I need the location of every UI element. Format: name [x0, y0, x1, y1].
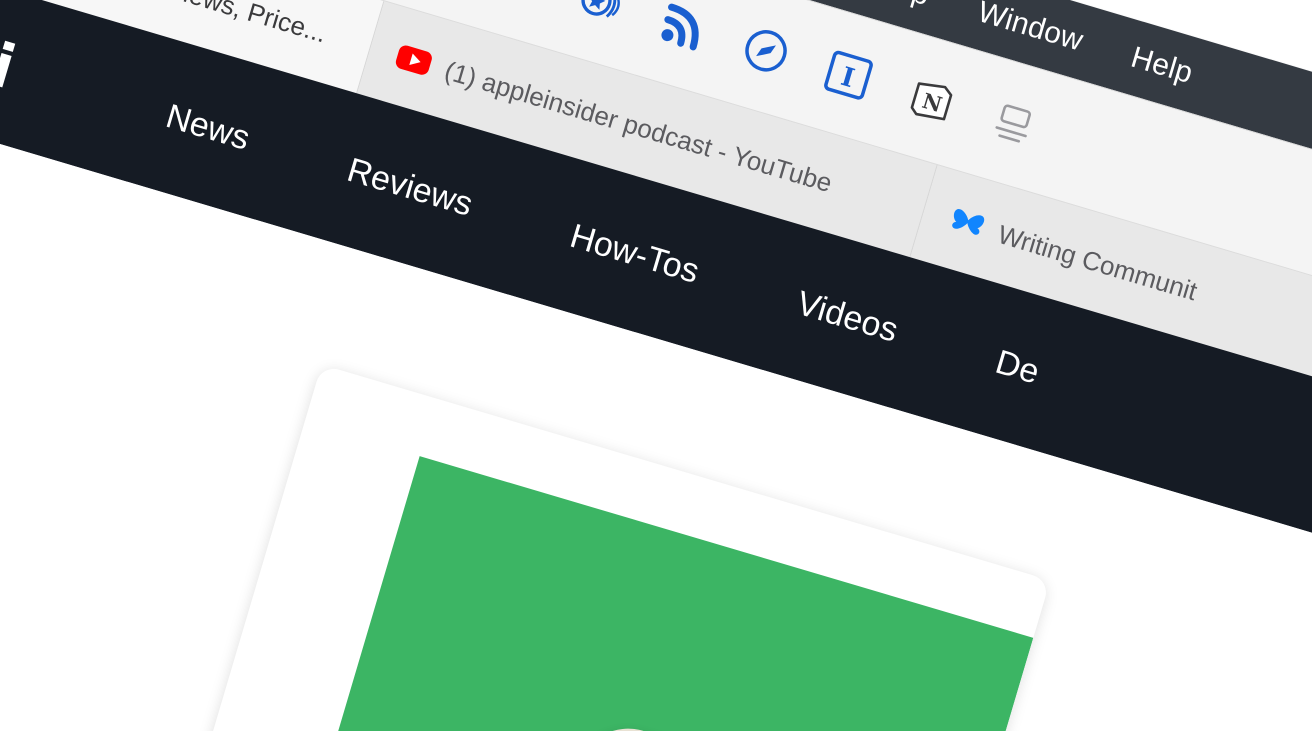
nav-item-how-tos[interactable]: How-Tos: [516, 202, 754, 306]
star-broadcast-icon[interactable]: [573, 0, 630, 31]
rotated-window-group: Safari File Edit View History Bookmarks …: [0, 0, 1312, 731]
download-shield-icon[interactable]: [490, 0, 547, 6]
nav-item-deals[interactable]: De: [941, 328, 1093, 407]
nav-item-videos[interactable]: Videos: [742, 269, 952, 365]
rss-icon[interactable]: [655, 0, 712, 55]
safari-window: R: [0, 0, 1312, 731]
app-icon: bir: [527, 716, 814, 731]
article-card-image: bir: [260, 456, 1034, 731]
youtube-favicon: [393, 39, 435, 81]
display-icon[interactable]: [985, 95, 1042, 152]
instapaper-icon[interactable]: I: [820, 47, 877, 104]
site-logo[interactable]: ai: [0, 19, 22, 103]
svg-text:I: I: [838, 62, 858, 94]
notion-icon[interactable]: N: [902, 71, 959, 128]
article-card[interactable]: bir: [145, 364, 1051, 731]
nav-item-news[interactable]: News: [112, 82, 304, 173]
menu-item-help[interactable]: Help: [1102, 33, 1221, 98]
compass-icon[interactable]: [737, 22, 794, 79]
nav-item-reviews[interactable]: Reviews: [293, 136, 527, 239]
bluesky-favicon: [946, 203, 988, 245]
screenshot-stage: Safari File Edit View History Bookmarks …: [0, 0, 1312, 731]
